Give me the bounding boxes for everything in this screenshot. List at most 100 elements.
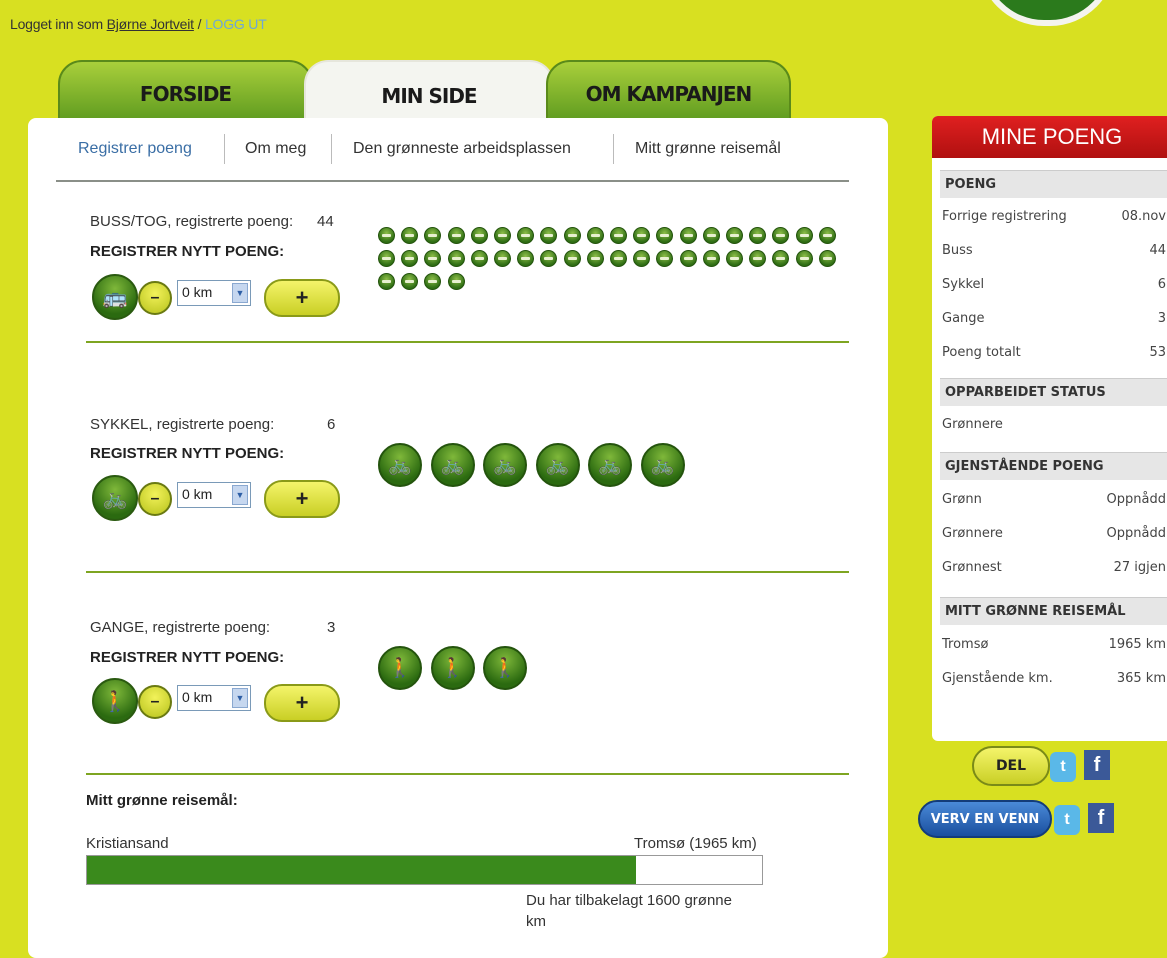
stat-row: Sykkel 6 bbox=[940, 268, 1167, 302]
stat-key: Gjenstående km. bbox=[942, 671, 1053, 686]
stat-key: Grønnest bbox=[942, 560, 1002, 575]
destination-progress-bar bbox=[86, 855, 763, 885]
bicycle-icon: 🚲 bbox=[92, 475, 138, 521]
user-link[interactable]: Bjørne Jortveit bbox=[107, 16, 194, 32]
stat-row: Buss 44 bbox=[940, 234, 1167, 268]
minus-button[interactable]: – bbox=[138, 482, 172, 516]
section-points: 44 bbox=[317, 213, 334, 230]
walk-point-icon: 🚶 bbox=[483, 646, 527, 690]
tab-min-side[interactable]: MIN SIDE bbox=[304, 60, 554, 124]
plus-button[interactable]: + bbox=[264, 684, 340, 722]
subnav-registrer-poeng[interactable]: Registrer poeng bbox=[78, 140, 192, 158]
bicycle-point-icon: 🚲 bbox=[483, 443, 527, 487]
verv-en-venn-button[interactable]: VERV EN VENN bbox=[918, 800, 1052, 838]
login-separator: / bbox=[193, 16, 205, 32]
subnav-om-meg[interactable]: Om meg bbox=[245, 140, 306, 158]
facebook-icon[interactable]: f bbox=[1088, 803, 1114, 833]
stat-key: Sykkel bbox=[942, 277, 985, 292]
section-header: MITT GRØNNE REISEMÅL bbox=[940, 597, 1167, 625]
bicycle-point-icon: 🚲 bbox=[640, 443, 685, 487]
tab-label: FORSIDE bbox=[139, 82, 232, 106]
chevron-down-icon: ▼ bbox=[232, 688, 248, 708]
tab-forside[interactable]: FORSIDE bbox=[58, 60, 313, 124]
destination-title: Mitt grønne reisemål: bbox=[86, 792, 238, 809]
bus-point-icon bbox=[563, 250, 581, 267]
register-heading: REGISTRER NYTT POENG: bbox=[90, 445, 285, 462]
subnav-arbeidsplassen[interactable]: Den grønneste arbeidsplassen bbox=[353, 140, 571, 158]
section-header: GJENSTÅENDE POENG bbox=[940, 452, 1167, 480]
minus-button[interactable]: – bbox=[138, 281, 172, 315]
section-header: OPPARBEIDET STATUS bbox=[940, 378, 1167, 406]
bicycle-point-icon: 🚲 bbox=[588, 443, 632, 487]
stat-row: Tromsø 1965 km bbox=[940, 628, 1167, 662]
section-divider bbox=[86, 341, 849, 343]
stat-value: 365 km bbox=[1116, 671, 1166, 686]
walk-point-icon: 🚶 bbox=[378, 646, 422, 690]
bus-point-icon bbox=[378, 227, 395, 244]
section-points: 3 bbox=[327, 619, 336, 636]
bus-point-icon bbox=[726, 227, 743, 244]
stat-key: Grønn bbox=[942, 492, 982, 507]
km-select[interactable]: 0 km ▼ bbox=[177, 482, 251, 508]
stat-row: Grønnere Oppnådd bbox=[940, 517, 1167, 551]
twitter-icon[interactable]: t bbox=[1054, 805, 1080, 835]
bus-point-icon bbox=[795, 227, 813, 244]
stat-key: Grønnere bbox=[942, 526, 1003, 541]
km-select[interactable]: 0 km ▼ bbox=[177, 280, 251, 306]
stat-value: 08.nov bbox=[1121, 209, 1166, 224]
bus-point-icon bbox=[586, 227, 604, 244]
stat-value: 27 igjen bbox=[1113, 560, 1166, 575]
destination-note: Du har tilbakelagt 1600 grønne km bbox=[526, 892, 732, 930]
bus-point-icon bbox=[378, 273, 395, 290]
section-label: SYKKEL, registrerte poeng: bbox=[90, 416, 275, 433]
tab-label: MIN SIDE bbox=[381, 84, 477, 108]
stat-key: Forrige registrering bbox=[942, 209, 1067, 224]
stat-row: Poeng totalt 53 bbox=[940, 336, 1167, 370]
bus-point-icon bbox=[702, 227, 720, 244]
bus-point-icon bbox=[447, 227, 465, 244]
register-heading: REGISTRER NYTT POENG: bbox=[90, 649, 285, 666]
bus-point-icon bbox=[679, 250, 697, 267]
progress-fill bbox=[87, 856, 637, 884]
bus-point-icon bbox=[610, 227, 627, 244]
bus-point-icon bbox=[726, 250, 743, 267]
stat-value: Oppnådd bbox=[1106, 526, 1166, 541]
walk-icon: 🚶 bbox=[92, 678, 138, 724]
section-label: GANGE, registrerte poeng: bbox=[90, 619, 271, 636]
del-button[interactable]: DEL bbox=[972, 746, 1050, 786]
logout-link[interactable]: LOGG UT bbox=[205, 16, 267, 32]
section-header: POENG bbox=[940, 170, 1167, 198]
stat-value: Oppnådd bbox=[1106, 492, 1166, 507]
bus-icon: 🚌 bbox=[92, 274, 138, 320]
plus-button[interactable]: + bbox=[264, 279, 340, 317]
bus-point-icon bbox=[447, 250, 465, 267]
km-select[interactable]: 0 km ▼ bbox=[177, 685, 251, 711]
destination-end: Tromsø (1965 km) bbox=[634, 835, 757, 852]
plus-button[interactable]: + bbox=[264, 480, 340, 518]
minus-button[interactable]: – bbox=[138, 685, 172, 719]
facebook-icon[interactable]: f bbox=[1084, 750, 1110, 780]
tab-label: OM KAMPANJEN bbox=[585, 82, 753, 106]
subnav-divider bbox=[224, 134, 225, 164]
destination-start: Kristiansand bbox=[86, 835, 169, 852]
stat-value: 1965 km bbox=[1108, 637, 1166, 652]
stat-row: Gange 3 bbox=[940, 302, 1167, 336]
bicycle-point-icon: 🚲 bbox=[535, 443, 580, 487]
bus-point-icon bbox=[795, 250, 813, 267]
login-status: Logget inn som Bjørne Jortveit / LOGG UT bbox=[10, 16, 267, 32]
subnav-reisemal[interactable]: Mitt grønne reisemål bbox=[635, 140, 781, 158]
subnav-divider bbox=[331, 134, 332, 164]
twitter-icon[interactable]: t bbox=[1050, 752, 1076, 782]
section-points: 6 bbox=[327, 416, 336, 433]
stat-row: Grønn Oppnådd bbox=[940, 483, 1167, 517]
stat-row: Gjenstående km. 365 km bbox=[940, 662, 1167, 696]
chevron-down-icon: ▼ bbox=[232, 283, 248, 303]
sub-navigation: Registrer poeng Om meg Den grønneste arb… bbox=[56, 130, 849, 182]
subnav-divider bbox=[613, 134, 614, 164]
bus-point-icon bbox=[818, 227, 836, 244]
bus-point-icon bbox=[470, 227, 488, 244]
stat-key: Tromsø bbox=[942, 637, 989, 652]
km-select-value: 0 km bbox=[182, 486, 213, 502]
tab-om-kampanjen[interactable]: OM KAMPANJEN bbox=[546, 60, 791, 124]
bicycle-point-icon: 🚲 bbox=[430, 443, 475, 487]
